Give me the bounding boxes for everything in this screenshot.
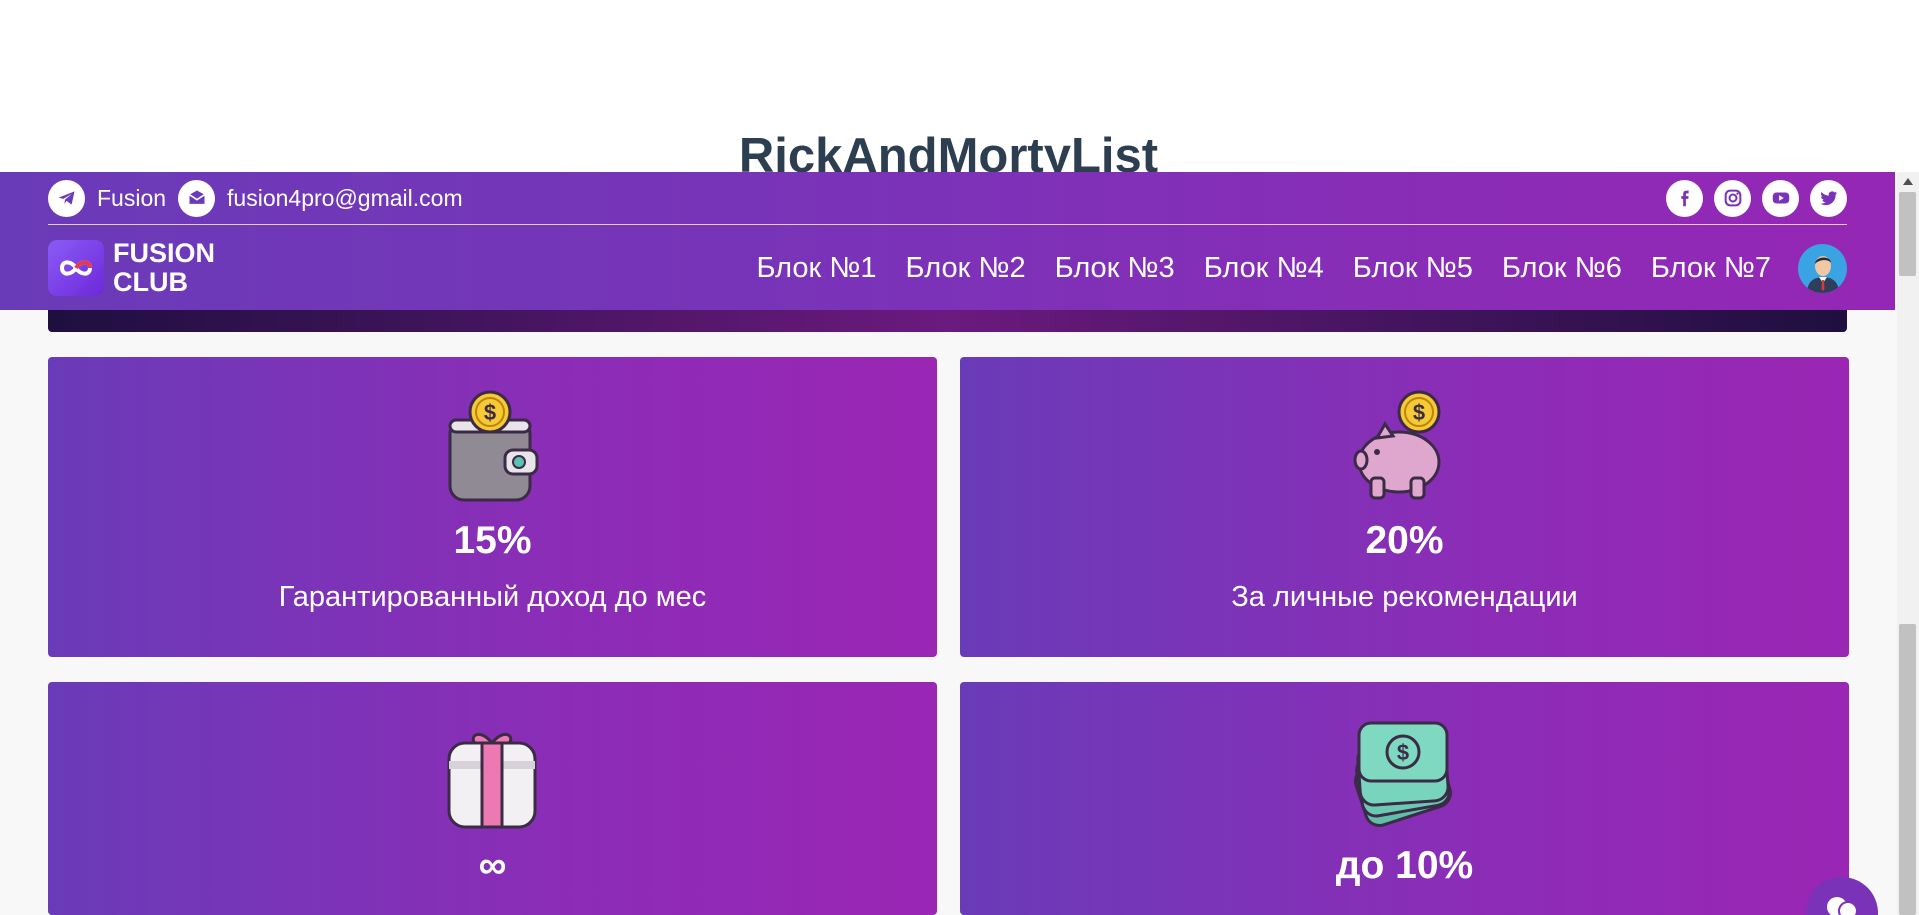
feature-card: $ 20% За личные рекомендации [960,357,1849,657]
svg-text:$: $ [484,400,496,425]
nav-item-block-2[interactable]: Блок №2 [906,252,1026,285]
logo-line-1: FUSION [113,238,216,268]
infinity-logo-icon [48,240,104,296]
main-nav: Блок №1 Блок №2 Блок №3 Блок №4 Блок №5 … [727,243,1847,293]
card-value: 20% [1365,519,1444,562]
site-logo[interactable]: FUSION CLUB [48,239,215,297]
scroll-thumb-upper[interactable] [1899,192,1916,276]
youtube-icon[interactable] [1762,179,1799,217]
nav-item-block-5[interactable]: Блок №5 [1353,252,1473,285]
avatar[interactable] [1798,243,1847,293]
scroll-up-arrow-icon[interactable] [1903,178,1913,185]
svg-text:$: $ [1397,740,1409,765]
nav-item-block-7[interactable]: Блок №7 [1651,252,1771,285]
scrollbar[interactable] [1897,172,1919,915]
card-label: Гарантированный доход до мес [278,581,707,613]
telegram-icon [48,179,85,217]
contacts: Fusion fusion4pro@gmail.com [48,179,475,217]
piggy-bank-icon: $ [960,390,1849,505]
nav-item-block-6[interactable]: Блок №6 [1502,252,1622,285]
instagram-icon[interactable] [1714,179,1751,217]
mail-icon [178,179,216,217]
gift-icon [48,715,937,830]
nav-item-block-1[interactable]: Блок №1 [756,252,876,285]
facebook-icon[interactable] [1666,179,1703,217]
email-contact[interactable]: fusion4pro@gmail.com [178,179,463,217]
email-label: fusion4pro@gmail.com [227,184,463,211]
chat-icon [1827,897,1858,915]
logo-text: FUSION CLUB [113,239,215,297]
card-value: ∞ [478,844,507,887]
twitter-icon[interactable] [1810,179,1847,217]
logo-line-2: CLUB [113,267,188,297]
social-links [1666,179,1847,217]
telegram-contact[interactable]: Fusion [48,179,167,217]
header-topbar: Fusion fusion4pro@gmail.com [48,172,1847,225]
card-label: За личные рекомендации [1231,581,1578,613]
header-mainbar: FUSION CLUB Блок №1 Блок №2 Блок №3 Блок… [48,226,1847,310]
money-stack-icon: $ [960,715,1849,830]
telegram-label: Fusion [97,184,167,211]
site-header: Fusion fusion4pro@gmail.com FUSION CLUB … [0,172,1895,310]
feature-card: ∞ [48,682,937,915]
scroll-thumb[interactable] [1899,624,1916,915]
nav-item-block-4[interactable]: Блок №4 [1204,252,1324,285]
wallet-coin-icon: $ [48,390,937,505]
card-value: 15% [453,519,532,562]
svg-text:$: $ [1413,400,1425,425]
feature-card: $ 15% Гарантированный доход до мес [48,357,937,657]
feature-card: $ до 10% [960,682,1849,915]
page: RickAndMortyList Fusion fusion4pro@gmail… [0,0,1919,915]
nav-item-block-3[interactable]: Блок №3 [1055,252,1175,285]
card-value: до 10% [1335,844,1474,887]
